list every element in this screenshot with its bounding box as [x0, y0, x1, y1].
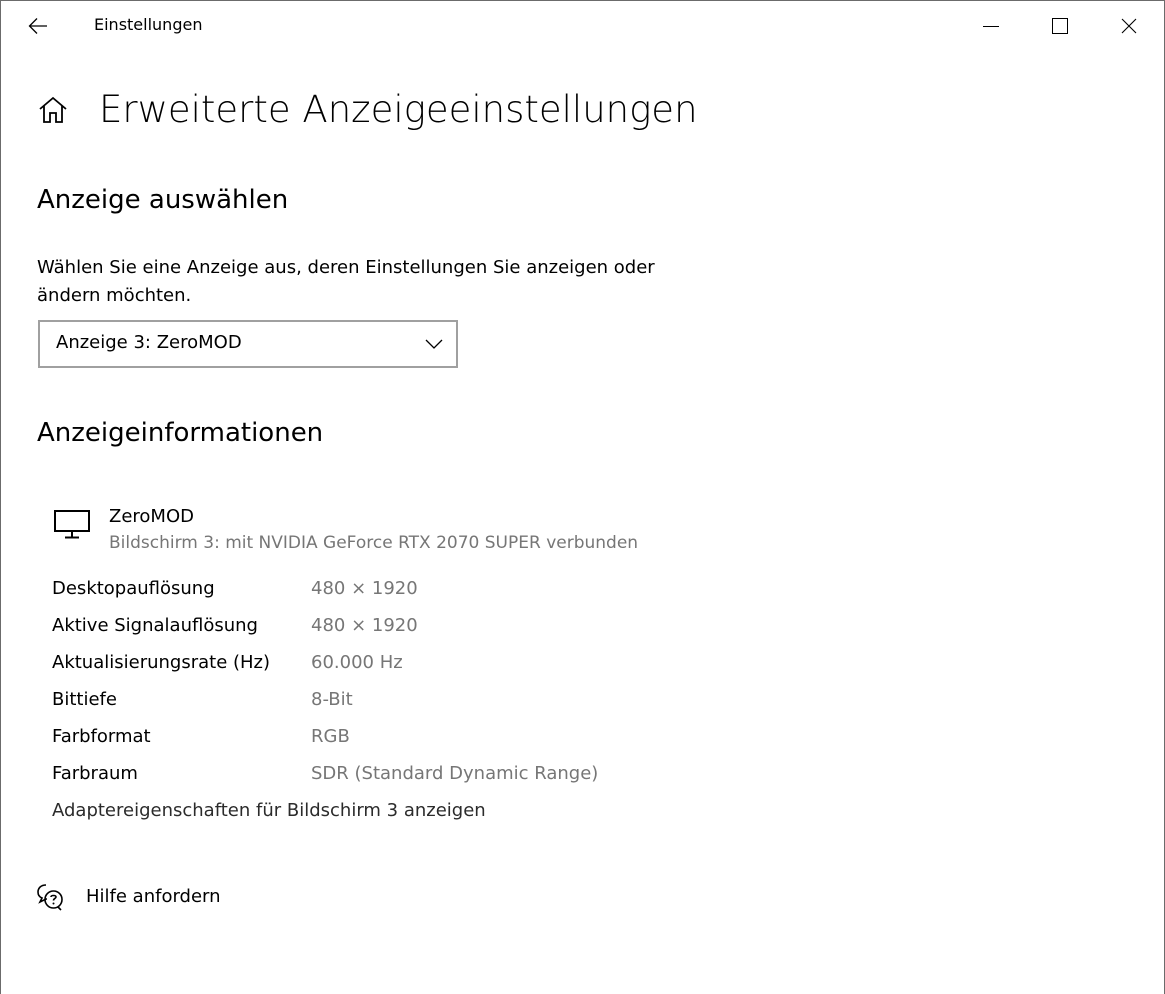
display-subtitle: Bildschirm 3: mit NVIDIA GeForce RTX 207… — [109, 533, 639, 553]
help-label: Hilfe anfordern — [86, 886, 221, 907]
arrow-left-icon — [28, 18, 47, 34]
settings-window: Einstellungen Erweiterte Anzeigeeinstell… — [0, 0, 1165, 994]
home-icon — [39, 96, 67, 123]
info-row-bit-depth: Bittiefe 8-Bit — [52, 689, 752, 715]
minimize-icon — [983, 26, 999, 27]
section-title-display-info: Anzeigeinformationen — [37, 418, 324, 448]
info-label: Farbraum — [52, 763, 138, 784]
chevron-down-icon — [425, 339, 443, 349]
select-display-description: Wählen Sie eine Anzeige aus, deren Einst… — [37, 257, 655, 306]
close-button[interactable] — [1095, 1, 1163, 51]
info-value: 480 × 1920 — [311, 615, 418, 636]
title-bar: Einstellungen — [1, 1, 1164, 51]
info-row-active-signal-resolution: Aktive Signalauflösung 480 × 1920 — [52, 615, 752, 641]
adapter-properties-link[interactable]: Adaptereigenschaften für Bildschirm 3 an… — [52, 800, 486, 821]
info-value: 480 × 1920 — [311, 578, 418, 599]
display-name: ZeroMOD — [109, 506, 194, 527]
section-title-select-display: Anzeige auswählen — [37, 185, 289, 215]
page-title: Erweiterte Anzeigeeinstellungen — [99, 88, 698, 131]
maximize-icon — [1052, 18, 1068, 34]
info-value: SDR (Standard Dynamic Range) — [311, 763, 599, 784]
maximize-button[interactable] — [1026, 1, 1094, 51]
page-header: Erweiterte Anzeigeeinstellungen — [37, 85, 698, 135]
info-row-color-format: Farbformat RGB — [52, 726, 752, 752]
monitor-icon — [54, 510, 90, 539]
app-title: Einstellungen — [94, 15, 203, 34]
display-dropdown[interactable]: Anzeige 3: ZeroMOD — [38, 320, 458, 368]
info-value: RGB — [311, 726, 350, 747]
info-label: Aktualisierungsrate (Hz) — [52, 652, 271, 673]
info-row-color-space: Farbraum SDR (Standard Dynamic Range) — [52, 763, 752, 789]
back-button[interactable] — [15, 9, 61, 43]
info-row-refresh-rate: Aktualisierungsrate (Hz) 60.000 Hz — [52, 652, 752, 678]
info-label: Farbformat — [52, 726, 151, 747]
info-label: Aktive Signalauflösung — [52, 615, 258, 636]
minimize-button[interactable] — [957, 1, 1025, 51]
info-label: Desktopauflösung — [52, 578, 215, 599]
info-value: 60.000 Hz — [311, 652, 403, 673]
dropdown-selected-value: Anzeige 3: ZeroMOD — [56, 332, 242, 353]
info-row-desktop-resolution: Desktopauflösung 480 × 1920 — [52, 578, 752, 604]
home-button[interactable] — [37, 94, 69, 126]
help-chat-icon — [37, 884, 63, 911]
info-label: Bittiefe — [52, 689, 117, 710]
info-value: 8-Bit — [311, 689, 353, 710]
close-icon — [1121, 18, 1137, 34]
